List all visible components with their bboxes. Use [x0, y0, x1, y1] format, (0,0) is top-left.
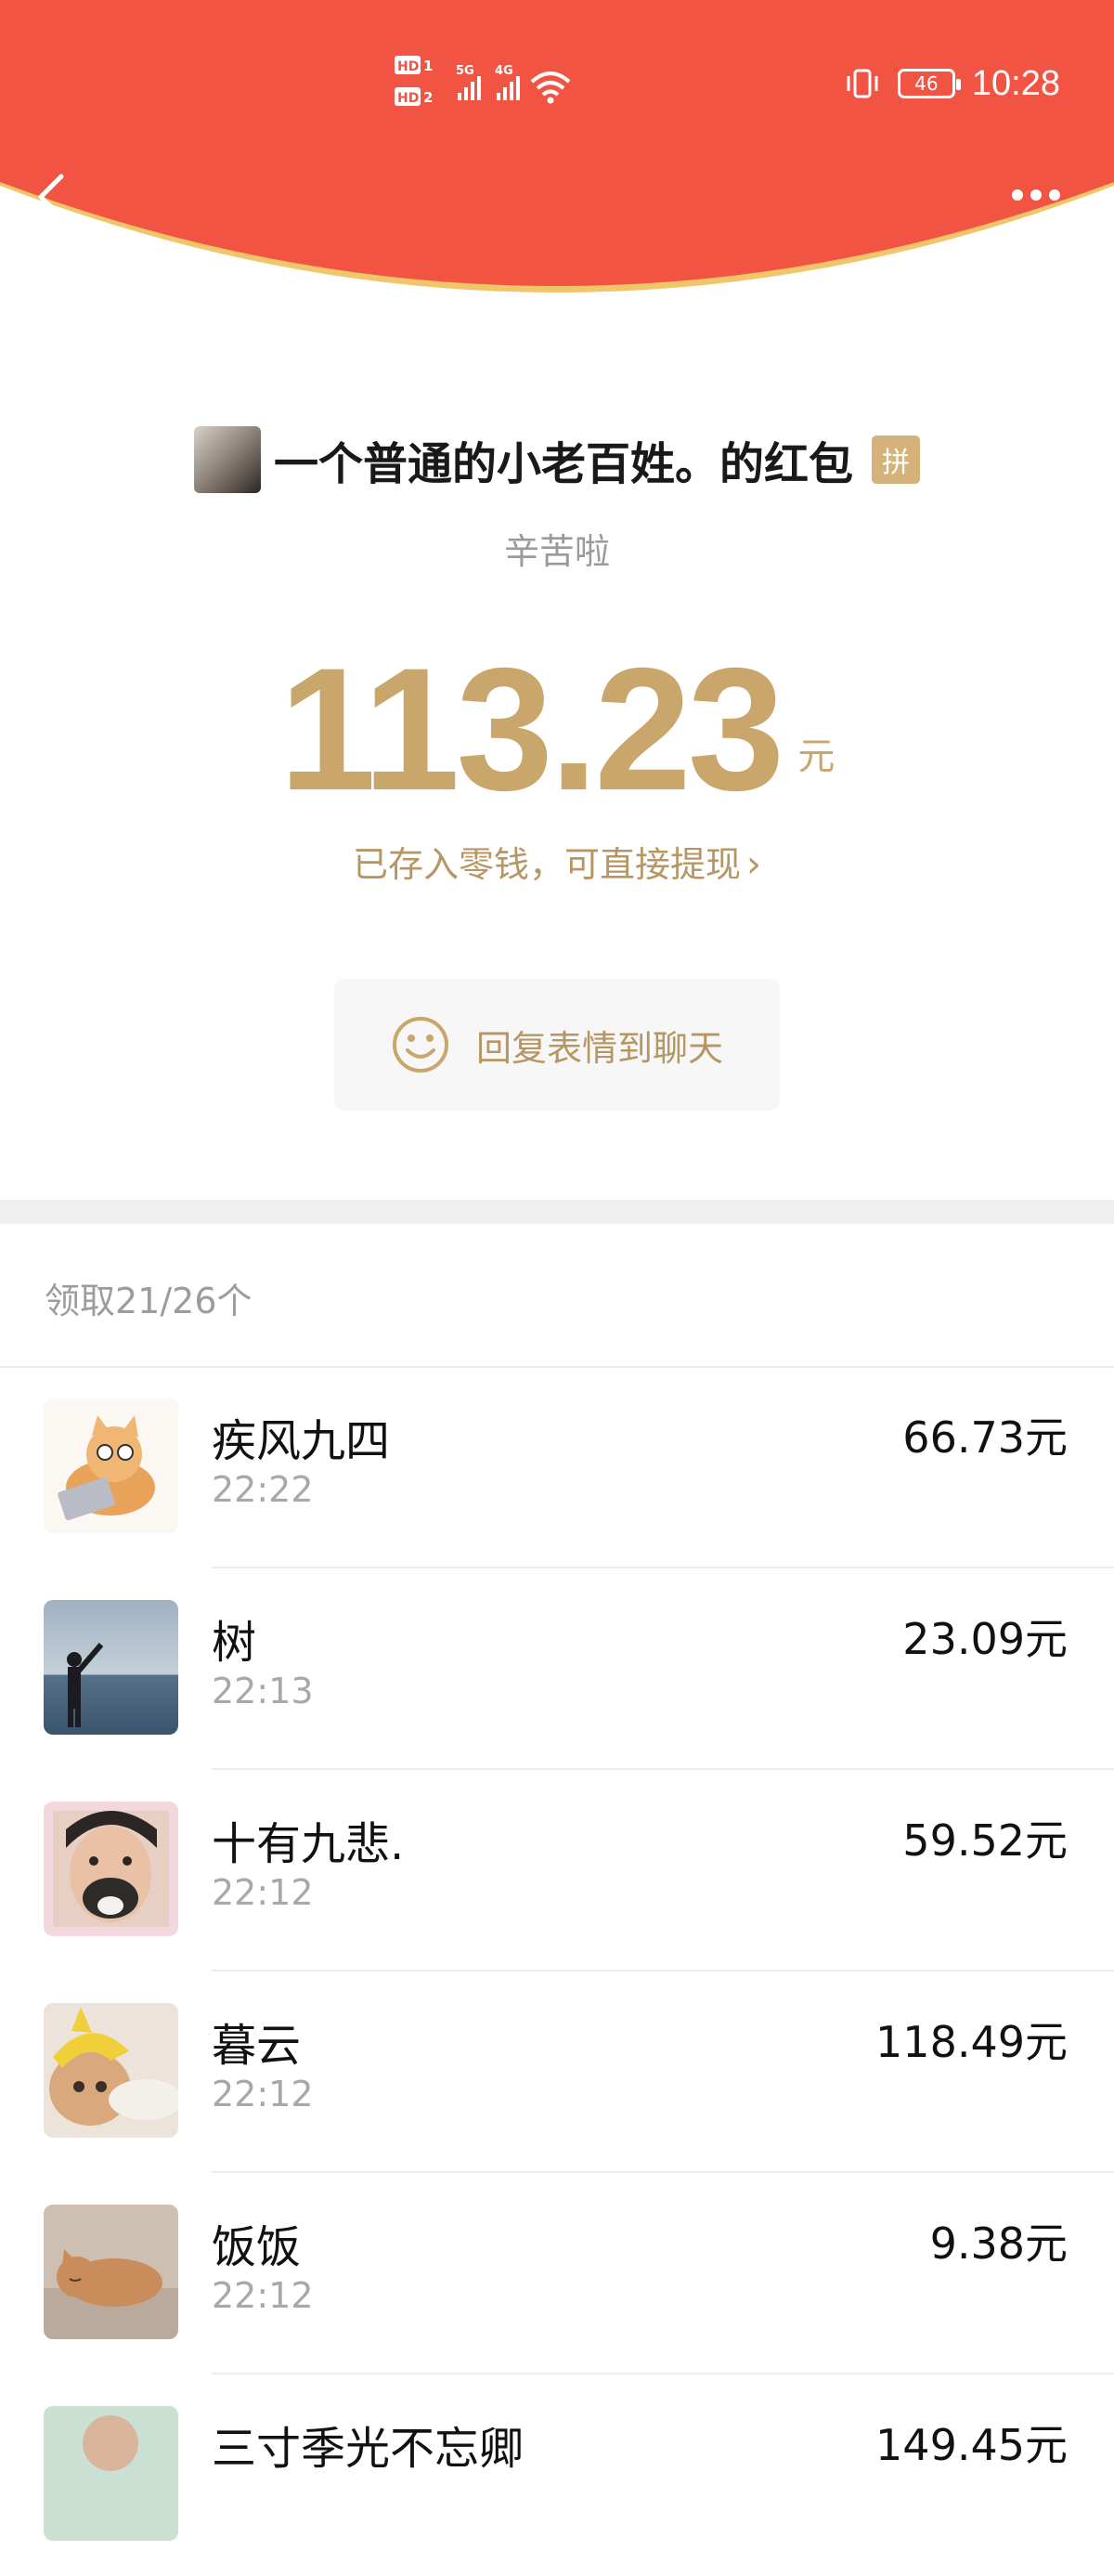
avatar: [44, 2406, 178, 2541]
receive-time: 22:12: [212, 1872, 314, 1913]
list-item[interactable]: 树 22:13 23.09元: [0, 1568, 1114, 1770]
svg-text:HD: HD: [397, 91, 419, 106]
receiver-name: 十有九悲.: [212, 1818, 405, 1870]
avatar-image: [44, 2406, 178, 2541]
smiley-icon: [392, 1017, 448, 1073]
signal-icons: HD 1 HD 2 5G 4G: [395, 56, 571, 106]
receive-amount: 66.73元: [902, 1412, 1068, 1463]
received-count: 领取21/26个: [45, 1281, 253, 1321]
battery-icon: 46: [897, 69, 961, 98]
receiver-name: 三寸季光不忘卿: [212, 2423, 525, 2475]
packet-title-row: 一个普通的小老百姓。的红包 拼: [0, 423, 1114, 497]
more-dots-icon: [1012, 189, 1060, 201]
avatar: [44, 2003, 178, 2138]
red-packet-header: HD 1 HD 2 5G 4G 46 10:28: [0, 0, 1114, 334]
list-item[interactable]: 三寸季光不忘卿 149.45元: [0, 2374, 1114, 2576]
network-indicators: HD 1 HD 2 5G 4G: [395, 54, 617, 113]
svg-text:4G: 4G: [495, 64, 513, 78]
receive-amount: 23.09元: [902, 1614, 1068, 1664]
chevron-right-icon: ›: [746, 843, 761, 886]
stored-to-wallet-link[interactable]: 已存入零钱，可直接提现 ›: [0, 836, 1114, 887]
receiver-name: 树: [212, 1617, 257, 1669]
avatar: [44, 1802, 178, 1936]
clock: 10:28: [971, 63, 1060, 103]
blessing-text: 辛苦啦: [503, 531, 610, 572]
portrait-avatar-image: [44, 1802, 178, 1936]
receiver-name: 疾风九四: [212, 1415, 391, 1467]
amount-unit: 元: [797, 735, 836, 778]
avatar: [44, 1600, 178, 1735]
receive-time: 22:12: [212, 2074, 314, 2114]
receive-time: 22:12: [212, 2275, 314, 2316]
stored-text: 已存入零钱，可直接提现: [352, 844, 741, 885]
receive-amount: 59.52元: [902, 1815, 1068, 1866]
battery-level: 46: [914, 72, 939, 95]
group-packet-badge: 拼: [872, 436, 920, 484]
kitten-hat-avatar-image: [44, 2003, 178, 2138]
avatar: [44, 1399, 178, 1533]
svg-text:5G: 5G: [456, 64, 474, 78]
vibrate-icon: [847, 69, 878, 98]
svg-text:HD: HD: [397, 59, 419, 74]
list-item[interactable]: 十有九悲. 22:12 59.52元: [0, 1770, 1114, 1971]
receiver-name: 暮云: [212, 2020, 302, 2072]
section-divider: [0, 1200, 1114, 1224]
list-item[interactable]: 暮云 22:12 118.49元: [0, 1971, 1114, 2173]
received-amount: 113.23: [278, 631, 785, 826]
receiver-name: 饭饭: [212, 2221, 302, 2273]
status-bar: HD 1 HD 2 5G 4G 46 10:28: [0, 0, 1114, 167]
more-button[interactable]: [1003, 176, 1077, 214]
list-item[interactable]: 疾风九四 22:22 66.73元: [0, 1367, 1114, 1568]
svg-text:2: 2: [423, 89, 433, 106]
sleeping-cat-avatar-image: [44, 2205, 178, 2339]
receiver-list: 疾风九四 22:22 66.73元 树 22:13 23.09元 十有九悲. 2…: [0, 1367, 1114, 2576]
receive-amount: 9.38元: [929, 2218, 1068, 2269]
receive-amount: 118.49元: [875, 2017, 1068, 2067]
reply-label: 回复表情到聊天: [475, 1027, 723, 1069]
receive-amount: 149.45元: [875, 2420, 1068, 2470]
avatar: [44, 2205, 178, 2339]
cat-avatar-image: [44, 1399, 178, 1533]
back-arrow-icon: [38, 174, 64, 220]
receive-time: 22:22: [212, 1469, 314, 1510]
status-right: 46 10:28: [844, 56, 1060, 111]
receive-time: 22:13: [212, 1671, 314, 1711]
packet-title: 一个普通的小老百姓。的红包: [273, 438, 853, 490]
back-button[interactable]: [28, 169, 74, 225]
sender-avatar[interactable]: [193, 426, 261, 493]
amount-row: 113.23 元: [0, 641, 1114, 817]
svg-text:1: 1: [423, 58, 433, 74]
list-item[interactable]: 饭饭 22:12 9.38元: [0, 2173, 1114, 2374]
sea-avatar-image: [44, 1600, 178, 1735]
reply-sticker-button[interactable]: 回复表情到聊天: [334, 979, 780, 1111]
